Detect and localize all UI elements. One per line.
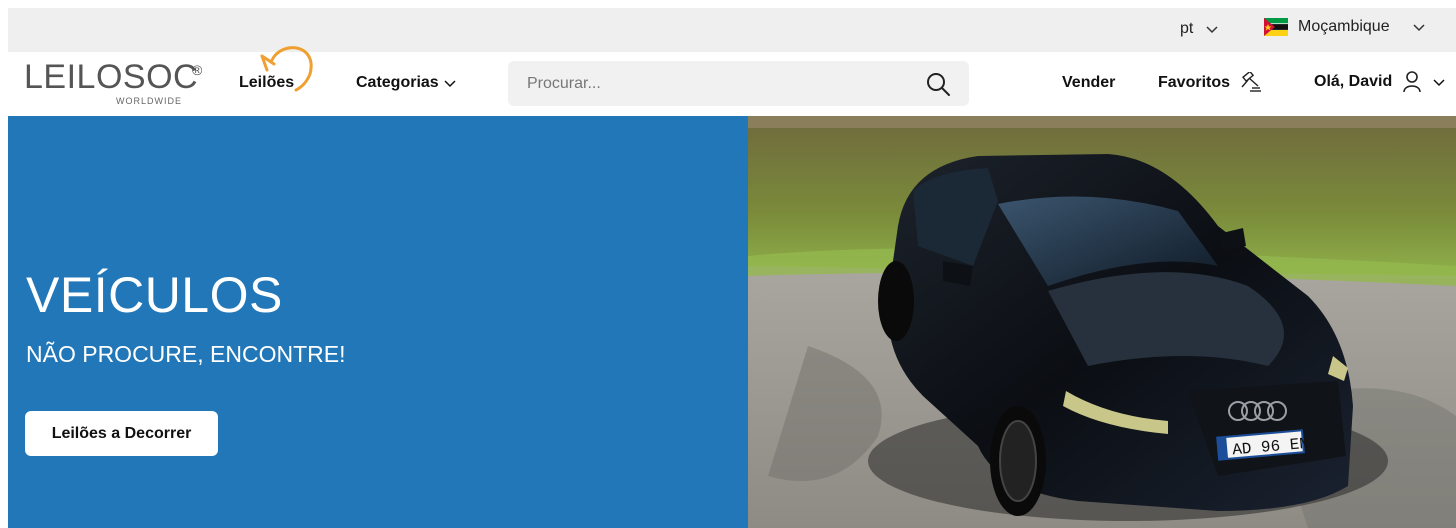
logo-registered-mark: ® xyxy=(192,62,203,78)
search-input[interactable] xyxy=(508,74,908,93)
logo-subtitle: WORLDWIDE xyxy=(116,96,182,106)
language-selector[interactable]: pt xyxy=(1180,20,1219,38)
nav-favoritos-label: Favoritos xyxy=(1158,74,1231,91)
search-icon[interactable] xyxy=(925,71,951,97)
nav-favoritos[interactable]: Favoritos xyxy=(1158,72,1262,94)
main-header: LEILOSOC ® WORLDWIDE Leilões Categorias … xyxy=(8,46,1456,116)
chevron-down-icon xyxy=(1433,79,1445,87)
hero-subtitle: NÃO PROCURE, ENCONTRE! xyxy=(26,341,346,367)
user-greeting: Olá, David xyxy=(1314,73,1393,90)
leiloes-a-decorrer-button[interactable]: Leilões a Decorrer xyxy=(25,411,218,456)
language-label: pt xyxy=(1180,20,1194,37)
country-label: Moçambique xyxy=(1298,18,1390,35)
mozambique-flag-icon xyxy=(1264,18,1288,36)
chevron-down-icon xyxy=(444,80,456,88)
chevron-down-icon xyxy=(1206,26,1218,34)
user-icon xyxy=(1403,71,1422,93)
nav-vender[interactable]: Vender xyxy=(1062,74,1115,92)
nav-categorias-label: Categorias xyxy=(356,74,439,91)
nav-categorias[interactable]: Categorias xyxy=(356,74,457,92)
search-bar xyxy=(508,61,969,106)
leilosoc-logo[interactable]: LEILOSOC ® WORLDWIDE xyxy=(24,58,214,110)
hero-banner: VEÍCULOS NÃO PROCURE, ENCONTRE! Leilões … xyxy=(8,116,1456,528)
curved-arrow-icon xyxy=(260,46,313,92)
chevron-down-icon xyxy=(1413,24,1425,32)
hero-panel: VEÍCULOS NÃO PROCURE, ENCONTRE! Leilões … xyxy=(8,116,748,528)
top-utility-bar: pt Moçambique xyxy=(8,8,1456,52)
logo-text: LEILOSOC xyxy=(24,58,199,96)
hero-image: AD 96 EN xyxy=(748,116,1456,528)
page: pt Moçambique LEILOSOC ® WORLDWIDE Leilõ… xyxy=(8,8,1456,528)
hero-title: VEÍCULOS xyxy=(26,267,283,323)
user-menu[interactable]: Olá, David xyxy=(1314,70,1446,94)
gavel-icon xyxy=(1241,72,1262,92)
country-selector[interactable]: Moçambique xyxy=(1264,18,1426,36)
car-photo: AD 96 EN xyxy=(748,116,1456,528)
